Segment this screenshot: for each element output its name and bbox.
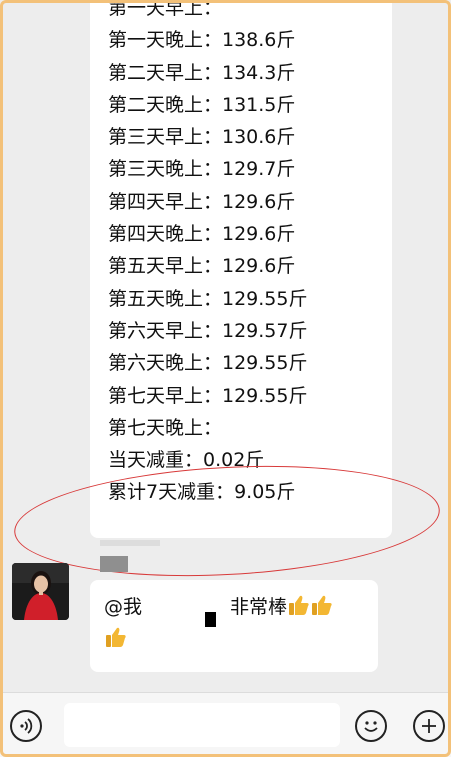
message-line: 第四天早上：129.6斤 — [108, 190, 296, 213]
voice-button[interactable] — [10, 710, 42, 742]
voice-icon — [20, 718, 33, 734]
message-line: 第三天早上：130.6斤 — [108, 126, 296, 149]
redaction-bar — [100, 540, 160, 546]
redaction-block — [100, 556, 128, 572]
redaction-mark — [205, 612, 216, 627]
plus-icon — [422, 719, 436, 733]
mention[interactable]: @我 — [104, 596, 142, 618]
message-bubble-reply[interactable]: @我 非常棒 — [90, 580, 378, 672]
reply-praise: 非常棒 — [230, 596, 288, 618]
message-line: 第一天早上： — [108, 0, 223, 19]
message-line: 第六天早上：129.57斤 — [108, 319, 308, 342]
thumbs-up-icon — [311, 594, 333, 616]
avatar[interactable] — [12, 563, 69, 620]
message-line: 第一天晚上：138.6斤 — [108, 29, 296, 52]
highlight-ellipse — [11, 455, 443, 587]
chat-area[interactable]: 第一天早上： 第一天晚上：138.6斤 第二天早上：134.3斤 第二天晚上：1… — [0, 0, 451, 692]
message-line: 第五天早上：129.6斤 — [108, 255, 296, 278]
more-button[interactable] — [413, 710, 445, 742]
emoji-button[interactable] — [355, 710, 387, 742]
message-line: 第四天晚上：129.6斤 — [108, 223, 296, 246]
message-line: 第七天晚上： — [108, 416, 223, 439]
message-line: 第二天早上：134.3斤 — [108, 61, 296, 84]
reply-line: 非常棒 — [230, 592, 333, 622]
message-line: 第七天早上：129.55斤 — [108, 384, 308, 407]
input-toolbar — [0, 692, 451, 757]
message-line: 第二天晚上：131.5斤 — [108, 93, 296, 116]
thumbs-up-icon — [288, 594, 310, 616]
avatar-image — [12, 563, 69, 620]
message-input[interactable] — [64, 703, 340, 747]
message-bubble-weight-log[interactable]: 第一天早上： 第一天晚上：138.6斤 第二天早上：134.3斤 第二天晚上：1… — [90, 0, 392, 538]
message-line: 第六天晚上：129.55斤 — [108, 352, 308, 375]
message-line: 第五天晚上：129.55斤 — [108, 287, 308, 310]
message-line: 第三天晚上：129.7斤 — [108, 158, 296, 181]
emoji-icon — [364, 721, 378, 732]
thumbs-up-icon — [105, 626, 127, 648]
reply-line — [104, 626, 127, 649]
